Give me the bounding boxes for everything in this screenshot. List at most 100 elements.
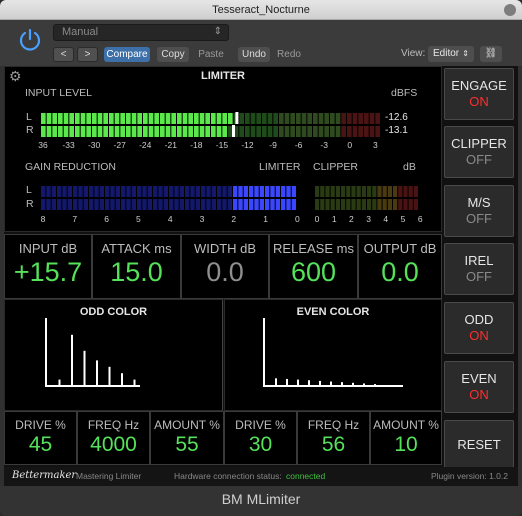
clipper-meter-segment: [372, 186, 377, 197]
input-meter-segment: [69, 113, 74, 124]
odd-amount-knob[interactable]: AMOUNT % 55: [150, 411, 224, 465]
gr-scale-tick: 7: [72, 214, 78, 224]
input-meter-segment: [228, 126, 233, 137]
input-meter-segment: [301, 126, 307, 137]
clipper-meter-segment: [413, 186, 418, 197]
side-button-label: M/S: [467, 195, 491, 210]
gr-meter-segment: [51, 199, 56, 210]
clipper-scale-tick: 6: [417, 214, 423, 224]
gr-meter-segment: [217, 199, 222, 210]
odd-drive-knob[interactable]: DRIVE % 45: [4, 411, 77, 465]
side-button-odd[interactable]: ODD ON: [444, 302, 514, 354]
paste-button[interactable]: Paste: [194, 47, 228, 62]
link-icon[interactable]: ⛓: [480, 46, 502, 62]
input-meter-segment: [290, 113, 295, 124]
side-button-irel[interactable]: IREL OFF: [444, 243, 514, 295]
close-icon[interactable]: [504, 4, 516, 16]
clipper-meter-segment: [393, 199, 398, 210]
input-meter-segment: [375, 113, 380, 124]
redo-button[interactable]: Redo: [273, 47, 305, 62]
input-meter-segment: [211, 113, 216, 124]
gr-meter-segment: [201, 186, 206, 197]
plugin-body: ⚙ LIMITER INPUT LEVEL dBFS L R -12.6 -13…: [4, 66, 518, 486]
gr-meter-segment: [233, 199, 238, 210]
input-meter-segment: [369, 126, 375, 137]
clipper-meter-segment: [367, 199, 372, 210]
clipper-meter-segment: [315, 186, 320, 197]
param-width[interactable]: WIDTH dB 0.0: [181, 234, 269, 299]
odd-freq-knob[interactable]: FREQ Hz 4000: [77, 411, 150, 465]
input-meter-segment: [222, 126, 227, 137]
side-button-clipper[interactable]: CLIPPER OFF: [444, 126, 514, 178]
param-label: RELEASE ms: [273, 241, 354, 256]
param-output[interactable]: OUTPUT dB 0.0: [358, 234, 442, 299]
input-meter-segment: [160, 126, 165, 137]
gr-meter-segment: [62, 199, 67, 210]
undo-button[interactable]: Undo: [238, 47, 270, 62]
input-meter-segment: [301, 113, 307, 124]
preset-select[interactable]: Manual ⇕: [53, 24, 229, 41]
power-icon[interactable]: [17, 27, 43, 53]
gr-meter-segment: [57, 186, 62, 197]
even-drive-knob[interactable]: DRIVE % 30: [224, 411, 297, 465]
gr-meter-segment: [41, 199, 46, 210]
input-scale-tick: -21: [164, 140, 177, 150]
input-meter-segment: [318, 113, 324, 124]
view-label: View:: [401, 48, 426, 59]
next-preset-button[interactable]: >: [77, 47, 98, 62]
prev-preset-button[interactable]: <: [53, 47, 74, 62]
input-scale-tick: -18: [190, 140, 203, 150]
gr-meter-segment: [121, 199, 126, 210]
input-meter-segment: [245, 113, 250, 124]
input-meter-segment: [364, 126, 369, 137]
compare-button[interactable]: Compare: [104, 47, 150, 62]
input-meter-segment: [165, 113, 171, 124]
even-color-panel: EVEN COLOR: [224, 299, 442, 411]
clipper-meter-segment: [398, 199, 403, 210]
gr-meter-segment: [153, 199, 158, 210]
param-attack[interactable]: ATTACK ms 15.0: [92, 234, 181, 299]
input-meter-segment: [46, 126, 52, 137]
even-freq-knob[interactable]: FREQ Hz 56: [297, 411, 370, 465]
input-meter-segment: [165, 126, 171, 137]
gr-meter-segment: [105, 186, 110, 197]
odd-freq-label: FREQ Hz: [87, 418, 140, 432]
gr-meter-segment: [211, 186, 216, 197]
input-meter-segment: [63, 113, 69, 124]
even-amount-knob[interactable]: AMOUNT % 10: [370, 411, 442, 465]
gr-meter-segment: [163, 186, 168, 197]
input-channel-l: L: [26, 111, 32, 123]
param-release[interactable]: RELEASE ms 600: [269, 234, 358, 299]
gr-channel-l: L: [26, 184, 32, 196]
gr-meter-segment: [286, 186, 291, 197]
input-meter-segment: [267, 113, 273, 124]
clipper-meter-segment: [356, 199, 361, 210]
side-button-label: ENGAGE: [451, 78, 507, 93]
gr-meter-segment: [83, 199, 88, 210]
clipper-meter-segment: [387, 199, 392, 210]
param-label: INPUT dB: [18, 241, 78, 256]
clipper-meter-segment: [335, 199, 340, 210]
gr-meter-segment: [243, 186, 248, 197]
gr-meter-segment: [211, 199, 216, 210]
side-button-reset[interactable]: RESET: [444, 420, 514, 470]
input-meter-segment: [199, 113, 205, 124]
input-meter-segment: [347, 113, 352, 124]
plugin-window: Tesseract_Nocturne Manual ⇕ < > Compare …: [0, 0, 522, 516]
clipper-meter-segment: [393, 186, 398, 197]
input-meter-segment: [205, 113, 210, 124]
param-value: 0.0: [381, 257, 419, 287]
input-meter-segment: [148, 126, 154, 137]
copy-button[interactable]: Copy: [157, 47, 189, 62]
param-label: ATTACK ms: [101, 241, 172, 256]
input-meter-segment: [114, 113, 120, 124]
input-meter-segment: [262, 126, 267, 137]
view-select[interactable]: Editor ⇕: [428, 46, 474, 62]
side-button-even[interactable]: EVEN ON: [444, 361, 514, 413]
side-button-engage[interactable]: ENGAGE ON: [444, 68, 514, 120]
side-button-ms[interactable]: M/S OFF: [444, 185, 514, 237]
clipper-meter-segment: [372, 199, 377, 210]
param-input[interactable]: INPUT dB +15.7: [4, 234, 92, 299]
gr-meter-segment: [121, 186, 126, 197]
gr-meter-segment: [137, 199, 142, 210]
